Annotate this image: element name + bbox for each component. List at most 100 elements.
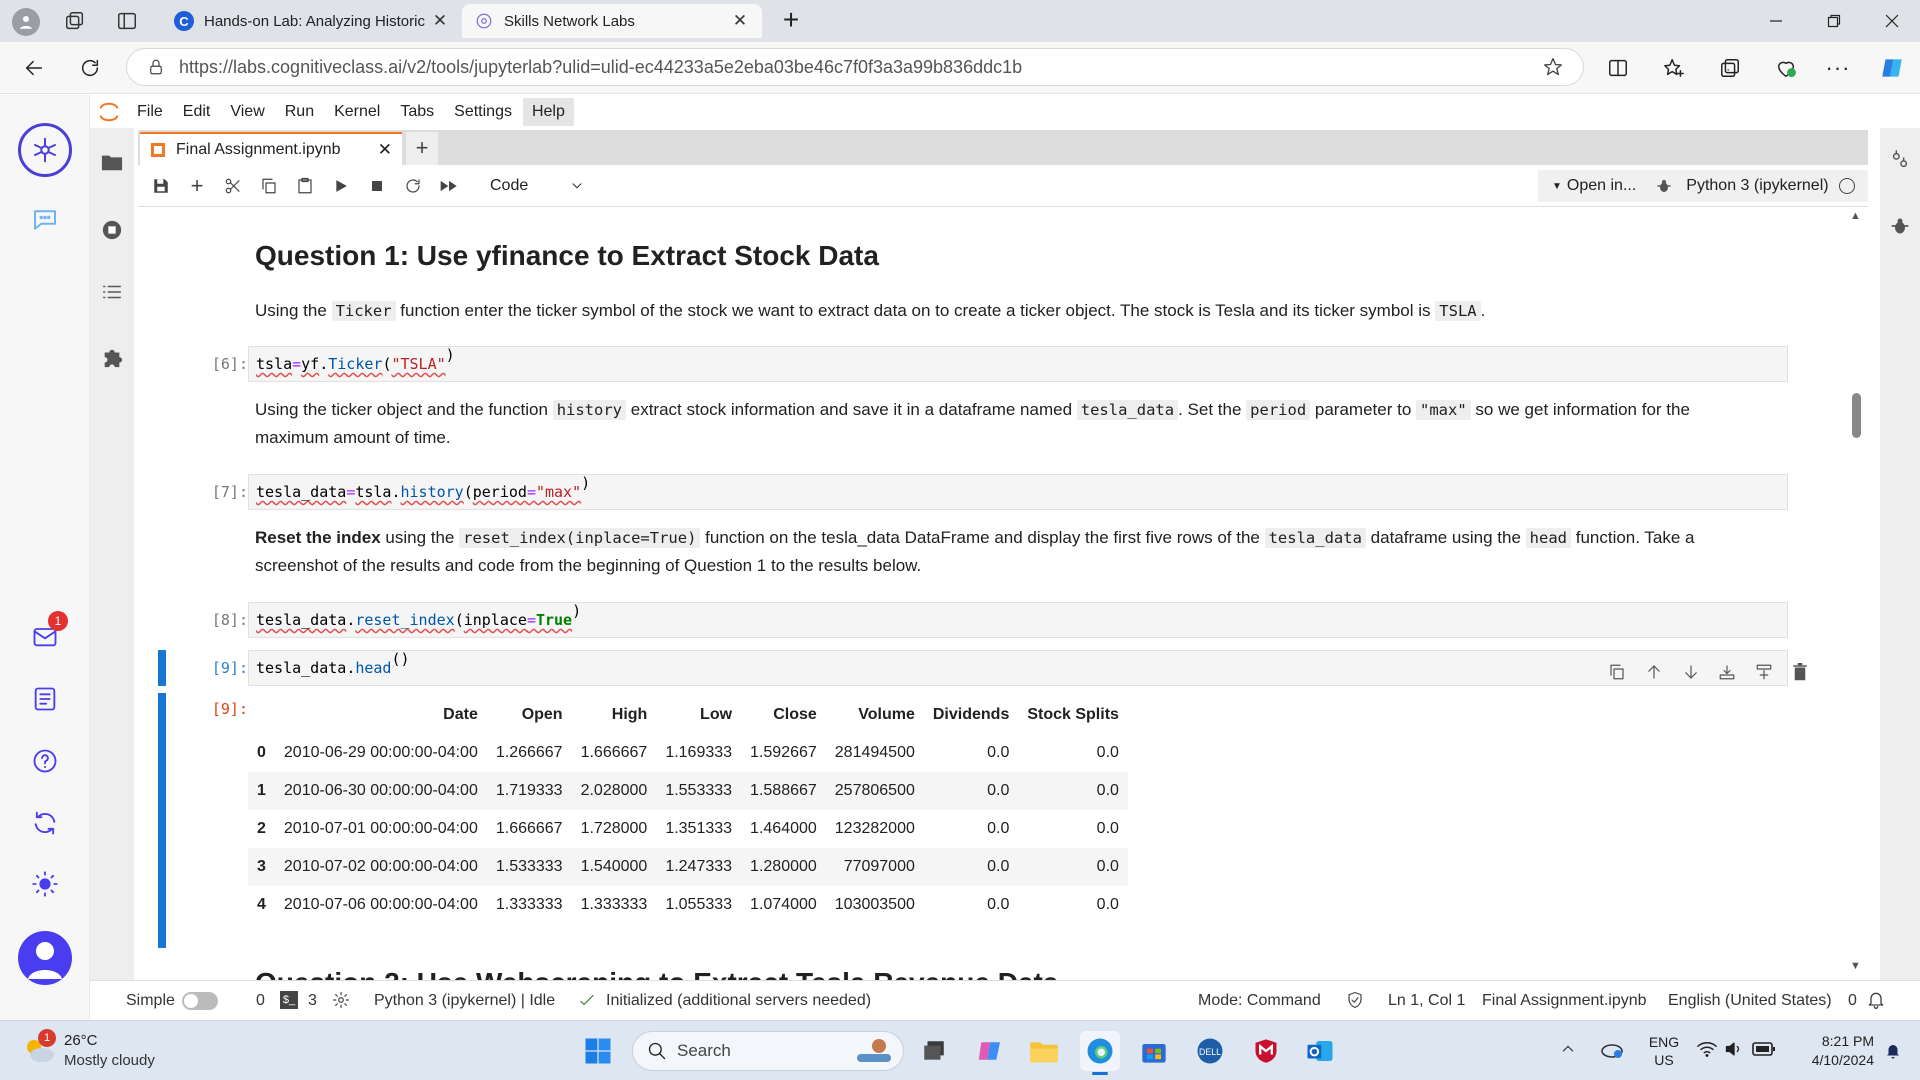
output-collapser[interactable] [158, 693, 166, 948]
menu-settings[interactable]: Settings [445, 98, 521, 126]
dell-icon[interactable]: DELL [1190, 1031, 1230, 1071]
close-icon[interactable]: ✕ [430, 11, 450, 31]
weather-widget[interactable]: 1 26°C Mostly cloudy [20, 1029, 190, 1073]
bell-icon[interactable] [1866, 990, 1886, 1010]
new-launcher-icon[interactable]: + [406, 132, 438, 165]
start-windows-icon[interactable] [578, 1031, 618, 1071]
onedrive-icon[interactable] [1600, 1039, 1624, 1059]
cursor-position[interactable]: Ln 1, Col 1 [1388, 992, 1465, 1010]
insert-cell-icon[interactable]: + [186, 173, 208, 198]
copy-icon[interactable] [258, 175, 280, 197]
tab-actions-icon[interactable] [116, 10, 140, 34]
tab-skills-network-labs[interactable]: Skills Network Labs ✕ [462, 4, 762, 38]
window-close-icon[interactable] [1864, 0, 1920, 42]
file-explorer-icon[interactable] [1024, 1031, 1064, 1071]
insert-above-icon[interactable] [1718, 663, 1736, 681]
run-icon[interactable] [330, 175, 352, 197]
debugger-bug-icon[interactable] [1888, 214, 1912, 238]
close-icon[interactable]: ✕ [730, 11, 750, 31]
vertical-scrollbar-thumb[interactable] [1852, 393, 1861, 438]
inbox-icon[interactable]: 1 [24, 611, 68, 657]
notes-icon[interactable] [24, 678, 66, 720]
chat-icon[interactable] [24, 199, 66, 241]
menu-edit[interactable]: Edit [174, 98, 220, 126]
terminals-count[interactable]: 0 [256, 992, 265, 1010]
browser-essentials-icon[interactable] [1768, 50, 1804, 86]
code-cell-8[interactable]: tesla_data. reset_index(inplace = True) [248, 602, 1788, 638]
simple-mode-toggle[interactable] [182, 992, 218, 1010]
scroll-down-arrow-icon[interactable]: ▼ [1850, 960, 1861, 972]
folder-icon[interactable] [100, 150, 124, 174]
help-icon[interactable] [24, 740, 66, 782]
url-bar[interactable]: https://labs.cognitiveclass.ai/v2/tools/… [126, 48, 1584, 86]
url-text[interactable]: https://labs.cognitiveclass.ai/v2/tools/… [179, 57, 1022, 78]
notification-count[interactable]: 0 [1848, 992, 1857, 1010]
sync-icon[interactable] [24, 802, 66, 844]
microsoft-store-icon[interactable] [1134, 1031, 1174, 1071]
run-all-icon[interactable] [438, 175, 460, 197]
code-cell-9[interactable]: tesla_data. head() [248, 650, 1788, 686]
debugger-icon[interactable] [1656, 178, 1672, 194]
refresh-icon[interactable] [72, 50, 108, 86]
lsp-status-text[interactable]: Initialized (additional servers needed) [606, 992, 871, 1010]
kernels-count[interactable]: 3 [308, 992, 317, 1010]
new-tab-icon[interactable]: + [776, 6, 806, 36]
restart-icon[interactable] [402, 175, 424, 197]
delete-cell-icon[interactable] [1792, 663, 1808, 681]
cut-icon[interactable] [222, 175, 244, 197]
stop-icon[interactable] [366, 175, 388, 197]
move-up-icon[interactable] [1645, 663, 1663, 681]
property-inspector-icon[interactable] [1888, 148, 1912, 172]
running-kernels-icon[interactable] [100, 218, 124, 242]
clock[interactable]: 8:21 PM 4/10/2024 [1790, 1032, 1874, 1070]
edge-taskbar-icon[interactable] [1080, 1031, 1120, 1075]
menu-run[interactable]: Run [276, 98, 323, 126]
copilot-icon[interactable] [1874, 50, 1910, 86]
notebook-tab[interactable]: Final Assignment.ipynb ✕ [140, 132, 402, 165]
save-icon[interactable] [150, 175, 172, 197]
more-options-icon[interactable]: ··· [1820, 50, 1856, 86]
favorite-star-icon[interactable] [1543, 57, 1563, 77]
mcafee-icon[interactable] [1246, 1031, 1286, 1071]
restore-icon[interactable] [1806, 0, 1862, 42]
outlook-icon[interactable] [1300, 1031, 1340, 1071]
open-in-button[interactable]: ▼ Open in... [1552, 177, 1636, 195]
menu-view[interactable]: View [221, 98, 273, 126]
language-indicator[interactable]: ENG US [1644, 1033, 1684, 1069]
notebook-content[interactable]: Question 1: Use yfinance to Extract Stoc… [138, 208, 1868, 980]
notification-bell-icon[interactable] [1884, 1041, 1902, 1061]
volume-icon[interactable] [1724, 1039, 1744, 1059]
duplicate-cell-icon[interactable] [1608, 663, 1626, 681]
battery-icon[interactable] [1752, 1041, 1776, 1057]
tab-hands-on-lab[interactable]: C Hands-on Lab: Analyzing Historic ✕ [162, 4, 462, 38]
theme-sun-icon[interactable] [24, 863, 66, 905]
skills-network-logo-icon[interactable] [18, 123, 72, 177]
show-hidden-icons-chevron[interactable] [1560, 1041, 1576, 1057]
lock-icon[interactable] [147, 58, 165, 76]
kernel-name[interactable]: Python 3 (ipykernel) [1686, 177, 1828, 195]
table-of-contents-icon[interactable] [100, 280, 124, 304]
favorites-icon[interactable] [1656, 50, 1692, 86]
taskbar-search-box[interactable]: Search [632, 1031, 904, 1071]
collections-icon[interactable] [1712, 50, 1748, 86]
copilot-taskbar-icon[interactable] [970, 1031, 1010, 1071]
paste-icon[interactable] [294, 175, 316, 197]
task-view-icon[interactable] [914, 1031, 954, 1071]
user-avatar-icon[interactable] [18, 931, 72, 985]
minimize-icon[interactable] [1748, 0, 1804, 42]
back-icon[interactable] [16, 50, 52, 86]
workspaces-icon[interactable] [64, 10, 88, 34]
insert-below-icon[interactable] [1755, 663, 1773, 681]
scroll-up-arrow-icon[interactable]: ▲ [1850, 210, 1861, 222]
terminal-icon[interactable]: $_ [280, 991, 298, 1009]
wifi-icon[interactable] [1696, 1039, 1718, 1059]
move-down-icon[interactable] [1682, 663, 1700, 681]
kernel-gear-icon[interactable] [332, 991, 350, 1009]
spellcheck-language[interactable]: English (United States) [1668, 992, 1832, 1010]
extensions-puzzle-icon[interactable] [100, 346, 124, 370]
code-cell-7[interactable]: tesla_data = tsla. history(period = "max") [248, 474, 1788, 510]
menu-file[interactable]: File [128, 98, 172, 126]
profile-icon[interactable] [12, 8, 40, 36]
menu-kernel[interactable]: Kernel [325, 98, 389, 126]
split-screen-icon[interactable] [1600, 50, 1636, 86]
